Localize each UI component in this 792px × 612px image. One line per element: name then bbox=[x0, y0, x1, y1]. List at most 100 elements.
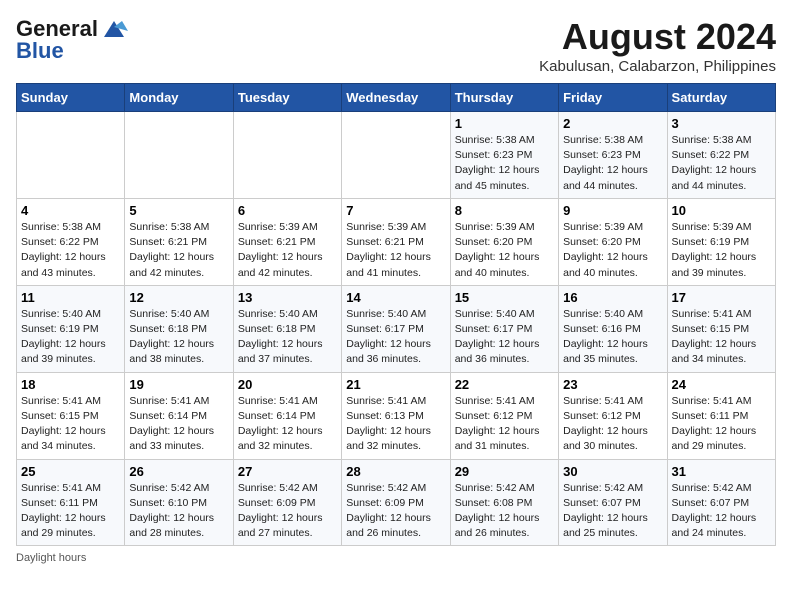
day-info: Sunrise: 5:38 AM Sunset: 6:23 PM Dayligh… bbox=[455, 133, 554, 194]
calendar-cell: 11 Sunrise: 5:40 AM Sunset: 6:19 PM Dayli… bbox=[17, 285, 125, 372]
day-info: Sunrise: 5:41 AM Sunset: 6:15 PM Dayligh… bbox=[21, 394, 120, 455]
calendar-table: SundayMondayTuesdayWednesdayThursdayFrid… bbox=[16, 83, 776, 546]
day-info: Sunrise: 5:42 AM Sunset: 6:09 PM Dayligh… bbox=[238, 481, 337, 542]
col-header-thursday: Thursday bbox=[450, 84, 558, 112]
calendar-cell bbox=[233, 112, 341, 199]
calendar-week-3: 18 Sunrise: 5:41 AM Sunset: 6:15 PM Dayli… bbox=[17, 372, 776, 459]
day-number: 9 bbox=[563, 203, 662, 218]
day-number: 31 bbox=[672, 464, 771, 479]
day-number: 19 bbox=[129, 377, 228, 392]
calendar-week-1: 4Sunrise: 5:38 AM Sunset: 6:22 PM Daylig… bbox=[17, 198, 776, 285]
calendar-cell: 30Sunrise: 5:42 AM Sunset: 6:07 PM Dayli… bbox=[559, 459, 667, 546]
month-title: August 2024 bbox=[539, 16, 776, 58]
calendar-cell: 15Sunrise: 5:40 AM Sunset: 6:17 PM Dayli… bbox=[450, 285, 558, 372]
calendar-cell: 24 Sunrise: 5:41 AM Sunset: 6:11 PM Dayli… bbox=[667, 372, 775, 459]
day-info: Sunrise: 5:41 AM Sunset: 6:11 PM Dayligh… bbox=[21, 481, 120, 542]
calendar-cell: 18 Sunrise: 5:41 AM Sunset: 6:15 PM Dayli… bbox=[17, 372, 125, 459]
calendar-cell: 28 Sunrise: 5:42 AM Sunset: 6:09 PM Dayli… bbox=[342, 459, 450, 546]
day-info: Sunrise: 5:39 AM Sunset: 6:21 PM Dayligh… bbox=[238, 220, 337, 281]
day-info: Sunrise: 5:41 AM Sunset: 6:15 PM Dayligh… bbox=[672, 307, 771, 368]
day-number: 29 bbox=[455, 464, 554, 479]
logo: General Blue bbox=[16, 16, 128, 64]
day-info: Sunrise: 5:41 AM Sunset: 6:12 PM Dayligh… bbox=[455, 394, 554, 455]
calendar-cell: 1Sunrise: 5:38 AM Sunset: 6:23 PM Daylig… bbox=[450, 112, 558, 199]
calendar-cell: 25 Sunrise: 5:41 AM Sunset: 6:11 PM Dayli… bbox=[17, 459, 125, 546]
calendar-cell: 23 Sunrise: 5:41 AM Sunset: 6:12 PM Dayli… bbox=[559, 372, 667, 459]
day-number: 20 bbox=[238, 377, 337, 392]
calendar-cell: 4Sunrise: 5:38 AM Sunset: 6:22 PM Daylig… bbox=[17, 198, 125, 285]
calendar-cell: 6 Sunrise: 5:39 AM Sunset: 6:21 PM Daylig… bbox=[233, 198, 341, 285]
day-info: Sunrise: 5:40 AM Sunset: 6:19 PM Dayligh… bbox=[21, 307, 120, 368]
day-info: Sunrise: 5:41 AM Sunset: 6:13 PM Dayligh… bbox=[346, 394, 445, 455]
calendar-cell: 26 Sunrise: 5:42 AM Sunset: 6:10 PM Dayli… bbox=[125, 459, 233, 546]
day-number: 26 bbox=[129, 464, 228, 479]
calendar-cell: 20 Sunrise: 5:41 AM Sunset: 6:14 PM Dayli… bbox=[233, 372, 341, 459]
calendar-cell: 2Sunrise: 5:38 AM Sunset: 6:23 PM Daylig… bbox=[559, 112, 667, 199]
col-header-monday: Monday bbox=[125, 84, 233, 112]
calendar-cell: 31 Sunrise: 5:42 AM Sunset: 6:07 PM Dayli… bbox=[667, 459, 775, 546]
day-info: Sunrise: 5:38 AM Sunset: 6:22 PM Dayligh… bbox=[672, 133, 771, 194]
day-number: 15 bbox=[455, 290, 554, 305]
day-info: Sunrise: 5:41 AM Sunset: 6:12 PM Dayligh… bbox=[563, 394, 662, 455]
day-number: 11 bbox=[21, 290, 120, 305]
title-area: August 2024 Kabulusan, Calabarzon, Phili… bbox=[539, 16, 776, 75]
day-info: Sunrise: 5:42 AM Sunset: 6:08 PM Dayligh… bbox=[455, 481, 554, 542]
col-header-sunday: Sunday bbox=[17, 84, 125, 112]
calendar-cell: 13 Sunrise: 5:40 AM Sunset: 6:18 PM Dayli… bbox=[233, 285, 341, 372]
day-info: Sunrise: 5:39 AM Sunset: 6:21 PM Dayligh… bbox=[346, 220, 445, 281]
day-number: 3 bbox=[672, 116, 771, 131]
day-number: 28 bbox=[346, 464, 445, 479]
calendar-cell: 10Sunrise: 5:39 AM Sunset: 6:19 PM Dayli… bbox=[667, 198, 775, 285]
day-number: 27 bbox=[238, 464, 337, 479]
day-number: 18 bbox=[21, 377, 120, 392]
calendar-cell: 5 Sunrise: 5:38 AM Sunset: 6:21 PM Daylig… bbox=[125, 198, 233, 285]
calendar-header-row: SundayMondayTuesdayWednesdayThursdayFrid… bbox=[17, 84, 776, 112]
day-number: 4 bbox=[21, 203, 120, 218]
logo-icon bbox=[100, 17, 128, 39]
calendar-week-4: 25 Sunrise: 5:41 AM Sunset: 6:11 PM Dayli… bbox=[17, 459, 776, 546]
day-number: 12 bbox=[129, 290, 228, 305]
calendar-cell: 12 Sunrise: 5:40 AM Sunset: 6:18 PM Dayli… bbox=[125, 285, 233, 372]
calendar-cell: 14Sunrise: 5:40 AM Sunset: 6:17 PM Dayli… bbox=[342, 285, 450, 372]
calendar-cell: 7 Sunrise: 5:39 AM Sunset: 6:21 PM Daylig… bbox=[342, 198, 450, 285]
col-header-wednesday: Wednesday bbox=[342, 84, 450, 112]
day-info: Sunrise: 5:41 AM Sunset: 6:11 PM Dayligh… bbox=[672, 394, 771, 455]
calendar-cell bbox=[17, 112, 125, 199]
calendar-cell: 8 Sunrise: 5:39 AM Sunset: 6:20 PM Daylig… bbox=[450, 198, 558, 285]
day-info: Sunrise: 5:38 AM Sunset: 6:21 PM Dayligh… bbox=[129, 220, 228, 281]
day-info: Sunrise: 5:41 AM Sunset: 6:14 PM Dayligh… bbox=[238, 394, 337, 455]
col-header-friday: Friday bbox=[559, 84, 667, 112]
day-number: 8 bbox=[455, 203, 554, 218]
footer: Daylight hours bbox=[16, 552, 776, 564]
day-number: 17 bbox=[672, 290, 771, 305]
day-number: 13 bbox=[238, 290, 337, 305]
calendar-cell: 9Sunrise: 5:39 AM Sunset: 6:20 PM Daylig… bbox=[559, 198, 667, 285]
day-info: Sunrise: 5:42 AM Sunset: 6:10 PM Dayligh… bbox=[129, 481, 228, 542]
day-number: 24 bbox=[672, 377, 771, 392]
day-info: Sunrise: 5:41 AM Sunset: 6:14 PM Dayligh… bbox=[129, 394, 228, 455]
calendar-week-0: 1Sunrise: 5:38 AM Sunset: 6:23 PM Daylig… bbox=[17, 112, 776, 199]
day-number: 6 bbox=[238, 203, 337, 218]
day-number: 2 bbox=[563, 116, 662, 131]
day-number: 25 bbox=[21, 464, 120, 479]
day-number: 5 bbox=[129, 203, 228, 218]
day-info: Sunrise: 5:42 AM Sunset: 6:09 PM Dayligh… bbox=[346, 481, 445, 542]
calendar-cell: 3 Sunrise: 5:38 AM Sunset: 6:22 PM Daylig… bbox=[667, 112, 775, 199]
calendar-week-2: 11 Sunrise: 5:40 AM Sunset: 6:19 PM Dayli… bbox=[17, 285, 776, 372]
day-info: Sunrise: 5:40 AM Sunset: 6:18 PM Dayligh… bbox=[129, 307, 228, 368]
day-info: Sunrise: 5:40 AM Sunset: 6:18 PM Dayligh… bbox=[238, 307, 337, 368]
day-number: 7 bbox=[346, 203, 445, 218]
calendar-cell bbox=[342, 112, 450, 199]
calendar-cell: 19 Sunrise: 5:41 AM Sunset: 6:14 PM Dayli… bbox=[125, 372, 233, 459]
day-info: Sunrise: 5:42 AM Sunset: 6:07 PM Dayligh… bbox=[563, 481, 662, 542]
calendar-cell bbox=[125, 112, 233, 199]
day-info: Sunrise: 5:40 AM Sunset: 6:17 PM Dayligh… bbox=[346, 307, 445, 368]
day-info: Sunrise: 5:39 AM Sunset: 6:20 PM Dayligh… bbox=[455, 220, 554, 281]
calendar-cell: 27 Sunrise: 5:42 AM Sunset: 6:09 PM Dayli… bbox=[233, 459, 341, 546]
day-number: 23 bbox=[563, 377, 662, 392]
logo-blue-text: Blue bbox=[16, 38, 64, 64]
col-header-saturday: Saturday bbox=[667, 84, 775, 112]
calendar-cell: 16Sunrise: 5:40 AM Sunset: 6:16 PM Dayli… bbox=[559, 285, 667, 372]
day-info: Sunrise: 5:42 AM Sunset: 6:07 PM Dayligh… bbox=[672, 481, 771, 542]
day-info: Sunrise: 5:40 AM Sunset: 6:16 PM Dayligh… bbox=[563, 307, 662, 368]
